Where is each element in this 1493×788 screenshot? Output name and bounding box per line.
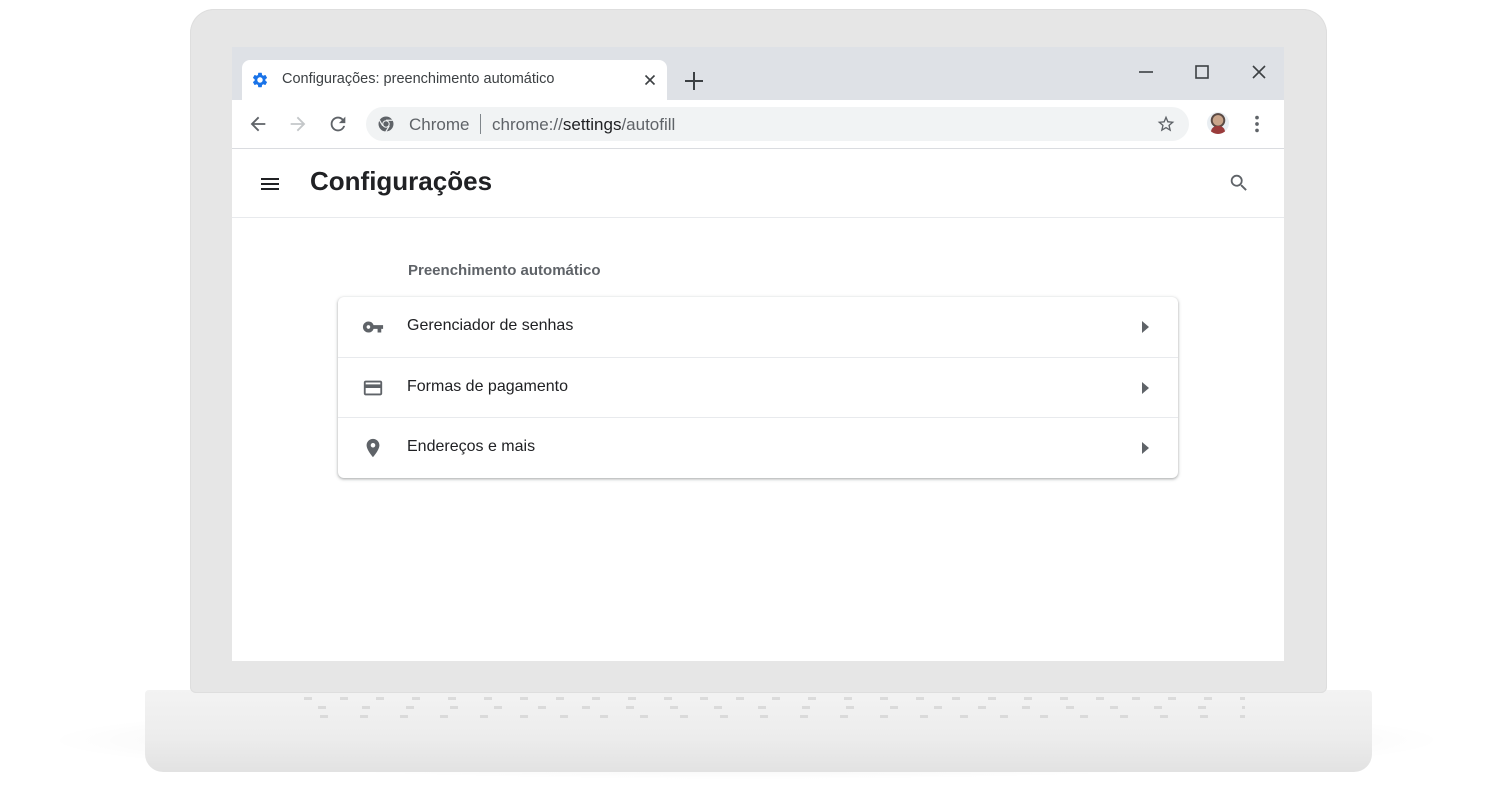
new-tab-icon[interactable] xyxy=(683,70,705,92)
tab-strip: Configurações: preenchimento automático xyxy=(232,47,1284,100)
hamburger-menu-icon[interactable] xyxy=(258,172,282,196)
list-item-label: Gerenciador de senhas xyxy=(407,317,574,334)
close-tab-icon[interactable] xyxy=(642,72,658,88)
tab-title: Configurações: preenchimento automático xyxy=(282,71,555,87)
bookmark-star-icon[interactable] xyxy=(1156,114,1176,134)
url-path: /autofill xyxy=(621,115,676,134)
more-vert-icon[interactable] xyxy=(1246,113,1268,135)
autofill-card: Gerenciador de senhas Formas de pagament… xyxy=(338,297,1178,478)
tab-settings[interactable]: Configurações: preenchimento automático xyxy=(242,60,667,100)
list-item-label: Formas de pagamento xyxy=(407,378,568,395)
location-pin-icon xyxy=(366,438,380,458)
arrow-right-icon xyxy=(1142,382,1149,394)
reload-icon[interactable] xyxy=(327,113,349,135)
url-scheme: chrome:// xyxy=(492,115,563,134)
forward-arrow-icon[interactable] xyxy=(287,113,309,135)
url-host: settings xyxy=(562,115,622,134)
settings-header: Configurações xyxy=(232,149,1284,218)
section-title: Preenchimento automático xyxy=(408,262,601,279)
url-text: chrome://settings/autofill xyxy=(492,115,675,135)
gear-icon xyxy=(252,72,268,88)
arrow-right-icon xyxy=(1142,442,1149,454)
minimize-icon[interactable] xyxy=(1137,63,1155,81)
back-arrow-icon[interactable] xyxy=(247,113,269,135)
key-icon xyxy=(362,321,384,333)
credit-card-icon xyxy=(363,380,383,396)
maximize-icon[interactable] xyxy=(1193,63,1211,81)
search-icon[interactable] xyxy=(1228,172,1250,194)
omnibox-separator xyxy=(480,114,481,134)
site-label: Chrome xyxy=(409,115,470,134)
arrow-right-icon xyxy=(1142,321,1149,333)
laptop-keyboard xyxy=(290,694,1245,722)
chrome-logo-icon xyxy=(378,116,394,133)
browser-toolbar: Chrome chrome://settings/autofill xyxy=(232,100,1284,149)
page-title: Configurações xyxy=(310,166,493,196)
browser-window: Configurações: preenchimento automático xyxy=(232,47,1284,661)
list-item-password-manager[interactable]: Gerenciador de senhas xyxy=(338,297,1178,357)
list-item-label: Endereços e mais xyxy=(407,438,536,455)
list-item-payment-methods[interactable]: Formas de pagamento xyxy=(338,357,1178,418)
close-window-icon[interactable] xyxy=(1250,63,1268,81)
list-item-addresses[interactable]: Endereços e mais xyxy=(338,417,1178,478)
settings-content: Preenchimento automático Gerenciador de … xyxy=(232,218,1284,661)
profile-avatar[interactable] xyxy=(1207,112,1229,134)
address-bar[interactable]: Chrome chrome://settings/autofill xyxy=(366,107,1189,141)
